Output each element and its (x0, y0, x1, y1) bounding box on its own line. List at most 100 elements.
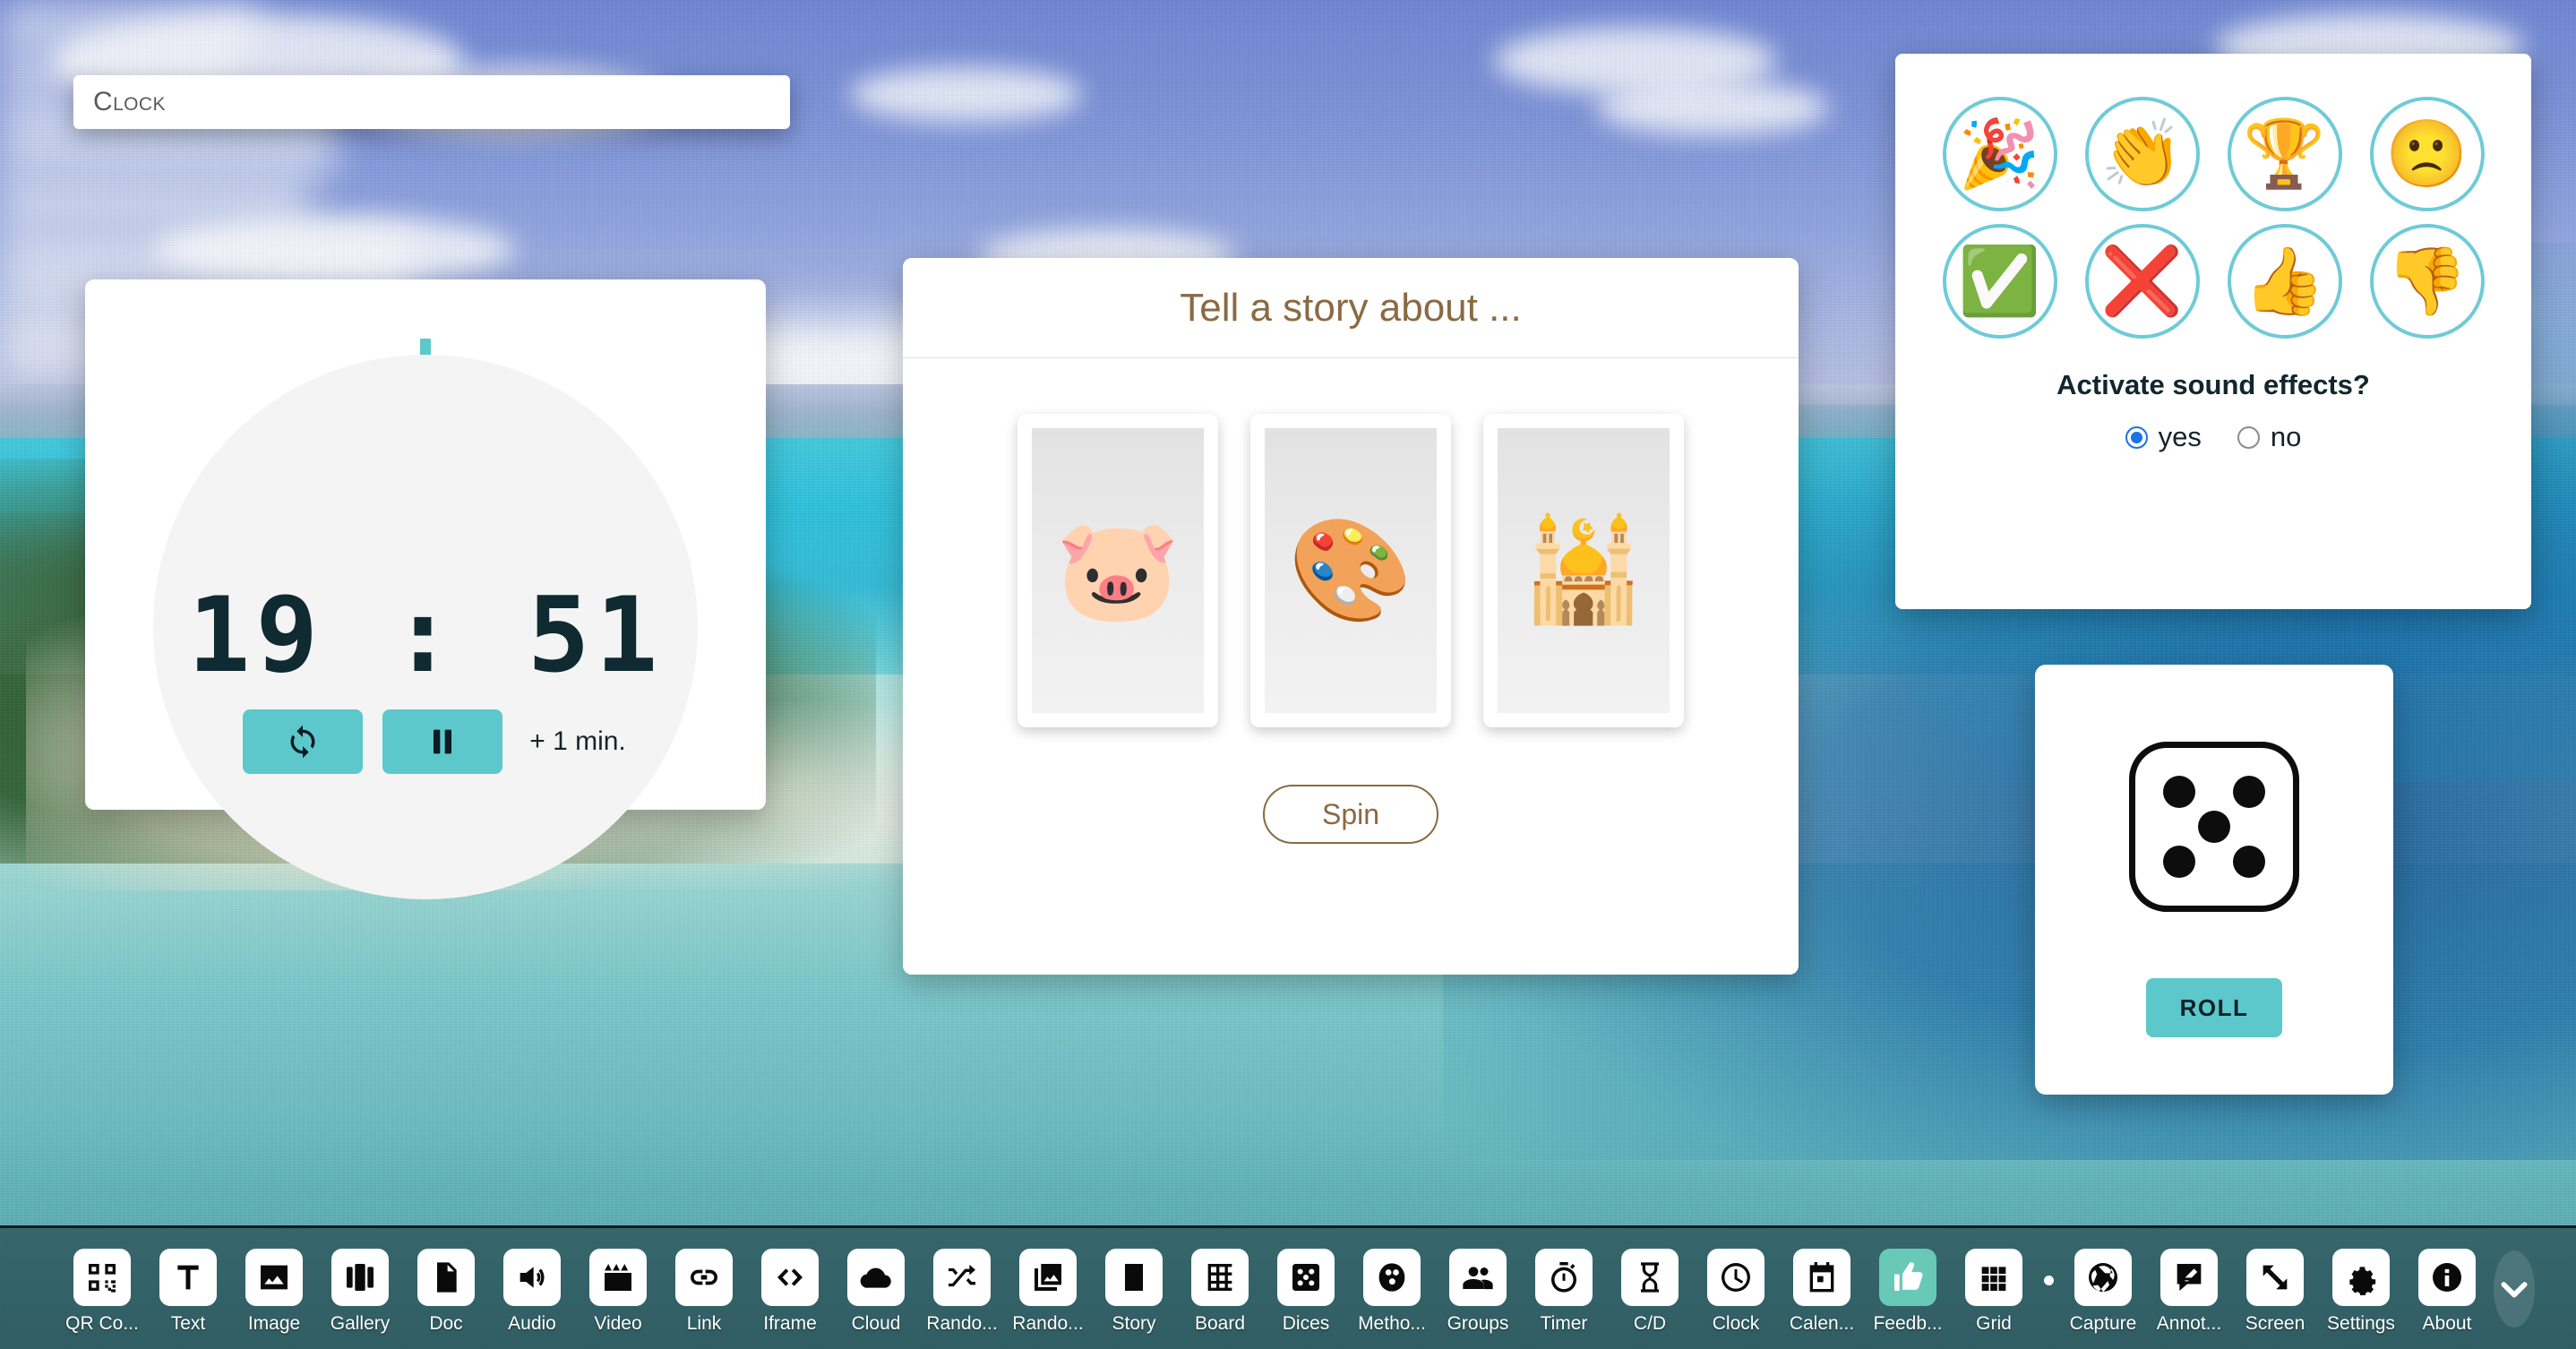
feedback-button-grid: 🎉 👏 🏆 🙁 ✅ ❌ 👍 👎 (1895, 54, 2531, 339)
desktop-stage: Clock 19 : 51 + 1 min. Tell a story abou… (0, 0, 2576, 1349)
taskbar-item-annot[interactable]: Annot... (2146, 1248, 2232, 1335)
taskbar-item-label: Audio (508, 1312, 556, 1334)
document-icon (417, 1248, 475, 1306)
taskbar-item-label: Grid (1976, 1312, 2012, 1334)
separator-dot (2043, 1276, 2054, 1285)
sound-effects-option-no[interactable]: no (2237, 421, 2301, 453)
taskbar-item-timer[interactable]: Timer (1521, 1248, 1607, 1335)
spin-button[interactable]: Spin (1263, 785, 1438, 844)
taskbar-item-grid[interactable]: Grid (1951, 1248, 2037, 1335)
taskbar-item-label: Clock (1712, 1312, 1760, 1334)
timer-display: 19 : 51 (187, 575, 664, 696)
feedback-cross-mark-button[interactable]: ❌ (2084, 224, 2200, 339)
radio-yes-icon[interactable] (2125, 425, 2148, 449)
loop-icon (290, 725, 315, 759)
shuffle-icon (933, 1248, 991, 1306)
mosque-emoji: 🕌 (1498, 428, 1670, 713)
image-icon (245, 1248, 303, 1306)
sound-effects-options: yes no (1895, 421, 2531, 453)
taskbar-item-clock[interactable]: Clock (1693, 1248, 1779, 1335)
random-image-icon (1019, 1248, 1077, 1306)
taskbar-item-metho[interactable]: Metho... (1349, 1248, 1435, 1335)
taskbar-item-label: Dices (1282, 1312, 1330, 1334)
taskbar-item-label: About (2422, 1312, 2472, 1334)
timer-add-minute-button[interactable]: + 1 min. (529, 726, 626, 757)
grid-icon (1965, 1248, 2022, 1306)
camera-shutter-icon (2074, 1248, 2132, 1306)
taskbar-item-label: Annot... (2156, 1312, 2222, 1334)
link-icon (675, 1248, 733, 1306)
story-widget: Tell a story about ... 🐷 🎨 🕌 Spin (903, 258, 1799, 975)
story-card-list: 🐷 🎨 🕌 (903, 414, 1799, 727)
fullscreen-icon (2246, 1248, 2304, 1306)
calendar-icon (1793, 1248, 1850, 1306)
timer-reset-button[interactable] (243, 709, 364, 774)
taskbar-item-feedb[interactable]: Feedb... (1865, 1248, 1951, 1335)
taskbar-item-label: Link (686, 1312, 722, 1334)
taskbar-item-settings[interactable]: Settings (2318, 1248, 2404, 1335)
taskbar-item-label: Image (247, 1312, 301, 1334)
taskbar-item-label: Gallery (330, 1312, 391, 1334)
story-card[interactable]: 🎨 (1250, 414, 1451, 727)
taskbar-item-label: Text (170, 1312, 206, 1334)
taskbar-item-video[interactable]: Video (575, 1248, 661, 1335)
taskbar-item-label: C/D (1633, 1312, 1667, 1334)
die-face[interactable] (2129, 742, 2299, 912)
timer-pause-button[interactable] (382, 709, 503, 774)
taskbar-item-label: QR Co... (65, 1312, 139, 1334)
taskbar-item-label: Capture (2069, 1312, 2137, 1334)
feedback-thumbs-down-button[interactable]: 👎 (2369, 224, 2485, 339)
taskbar-collapse-button[interactable] (2494, 1250, 2535, 1328)
cloud-icon (847, 1248, 905, 1306)
die-pip (2232, 776, 2265, 809)
board-title-input[interactable]: Clock (73, 75, 790, 129)
taskbar-item-doc[interactable]: Doc (403, 1248, 489, 1335)
feedback-party-popper-button[interactable]: 🎉 (1942, 97, 2057, 211)
sound-effects-question: Activate sound effects? (2057, 369, 2370, 400)
story-card[interactable]: 🐷 (1018, 414, 1218, 727)
taskbar-item-link[interactable]: Link (661, 1248, 747, 1335)
board-grid-icon (1191, 1248, 1249, 1306)
hourglass-icon (1621, 1248, 1679, 1306)
stopwatch-icon (1535, 1248, 1593, 1306)
feedback-clapping-hands-button[interactable]: 👏 (2084, 97, 2200, 211)
taskbar-item-groups[interactable]: Groups (1435, 1248, 1521, 1335)
clapperboard-icon (589, 1248, 647, 1306)
taskbar-item-capture[interactable]: Capture (2060, 1248, 2146, 1335)
roll-button[interactable]: ROLL (2146, 978, 2282, 1037)
thumbs-up-icon (1879, 1248, 1936, 1306)
taskbar-item-calen[interactable]: Calen... (1779, 1248, 1865, 1335)
taskbar-item-text[interactable]: Text (145, 1248, 231, 1335)
taskbar-item-rando[interactable]: Rando... (919, 1248, 1005, 1335)
taskbar-item-cloud[interactable]: Cloud (833, 1248, 919, 1335)
text-icon (159, 1248, 217, 1306)
sound-effects-option-yes[interactable]: yes (2125, 421, 2202, 453)
taskbar-item-label: Board (1194, 1312, 1246, 1334)
radio-no-icon[interactable] (2237, 425, 2260, 449)
timer-controls: + 1 min. (85, 709, 766, 774)
feedback-trophy-button[interactable]: 🏆 (2227, 97, 2342, 211)
story-title: Tell a story about ... (1180, 285, 1522, 330)
taskbar-item-rando[interactable]: Rando... (1005, 1248, 1091, 1335)
feedback-check-mark-button[interactable]: ✅ (1942, 224, 2057, 339)
taskbar-item-iframe[interactable]: Iframe (747, 1248, 833, 1335)
feedback-thumbs-up-button[interactable]: 👍 (2227, 224, 2342, 339)
taskbar-item-about[interactable]: About (2404, 1248, 2490, 1335)
taskbar-item-label: Cloud (851, 1312, 901, 1334)
taskbar-item-image[interactable]: Image (231, 1248, 317, 1335)
taskbar-item-gallery[interactable]: Gallery (317, 1248, 403, 1335)
taskbar-item-dices[interactable]: Dices (1263, 1248, 1349, 1335)
story-actions: Spin (903, 785, 1799, 844)
feedback-frowning-face-button[interactable]: 🙁 (2369, 97, 2485, 211)
taskbar-item-qrco[interactable]: QR Co... (59, 1248, 145, 1335)
die-pip (2232, 845, 2265, 878)
taskbar-item-cd[interactable]: C/D (1607, 1248, 1693, 1335)
story-card[interactable]: 🕌 (1483, 414, 1684, 727)
taskbar-item-screen[interactable]: Screen (2232, 1248, 2318, 1335)
taskbar-item-story[interactable]: Story (1091, 1248, 1177, 1335)
taskbar-item-label: Feedb... (1873, 1312, 1943, 1334)
taskbar-item-board[interactable]: Board (1177, 1248, 1263, 1335)
sound-effects-option-no-label: no (2270, 421, 2302, 452)
die-pip (2198, 811, 2230, 843)
taskbar-item-audio[interactable]: Audio (489, 1248, 575, 1335)
